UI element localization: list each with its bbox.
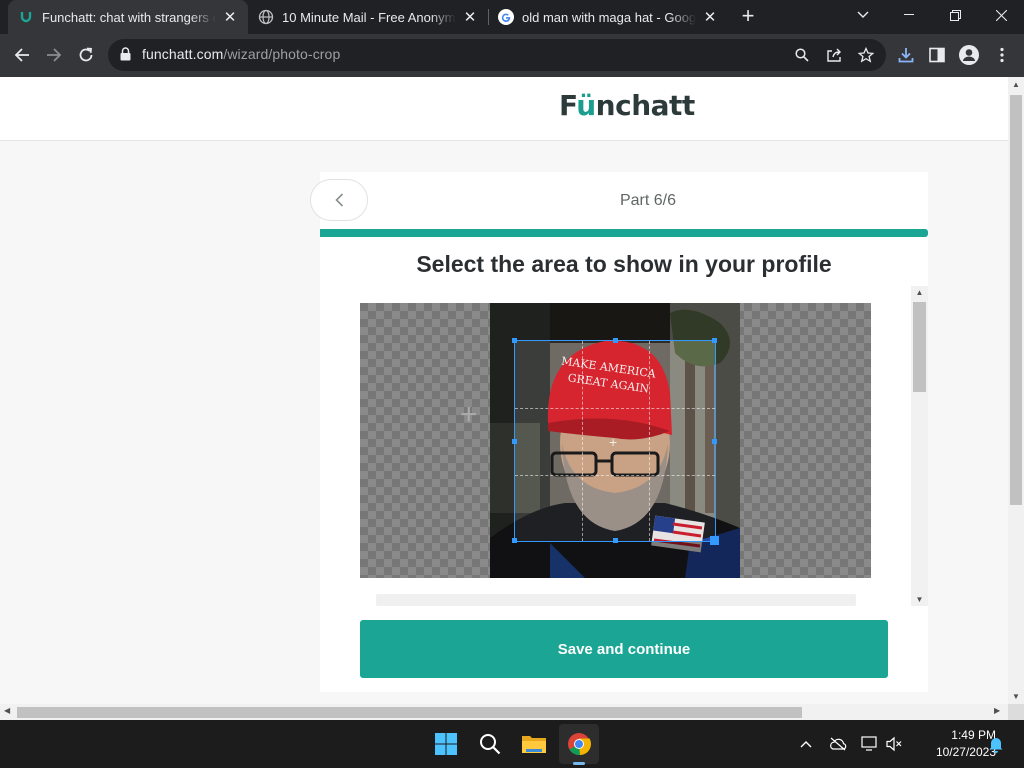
logo-accent: ü <box>576 89 596 122</box>
page-viewport: Fünchatt Part 6/6 Select the area to sho… <box>0 77 1008 704</box>
onedrive-off-icon[interactable] <box>828 734 848 754</box>
tab-google-search[interactable]: old man with maga hat - Google Search ✕ <box>488 0 728 34</box>
photo-crop-canvas[interactable]: MAKE AMERICA GREAT AGAIN + + <box>360 303 871 578</box>
notification-bell-icon[interactable] <box>986 734 1006 754</box>
crop-mask <box>490 542 740 578</box>
chevron-left-icon <box>334 193 343 207</box>
close-icon[interactable]: ✕ <box>702 8 718 26</box>
crop-preview-strip <box>376 594 856 606</box>
close-icon[interactable]: ✕ <box>222 8 238 26</box>
volume-muted-icon[interactable] <box>884 734 904 754</box>
page-vertical-scrollbar[interactable]: ▲ ▼ <box>1008 77 1024 704</box>
funchatt-logo[interactable]: Fünchatt <box>559 89 695 122</box>
move-cursor-icon: + <box>460 398 478 431</box>
clock-date: 10/27/2023 <box>935 745 996 759</box>
crop-mask <box>716 340 740 542</box>
zoom-search-icon[interactable] <box>792 45 812 65</box>
profile-icon[interactable] <box>954 40 984 70</box>
url-text: funchatt.com/wizard/photo-crop <box>142 46 340 62</box>
crop-mask <box>490 303 740 340</box>
browser-toolbar: funchatt.com/wizard/photo-crop <box>0 34 1024 77</box>
close-window-button[interactable] <box>978 0 1024 30</box>
lock-icon[interactable] <box>120 47 131 66</box>
share-icon[interactable] <box>824 45 844 65</box>
menu-kebab-icon[interactable] <box>987 40 1017 70</box>
active-app-indicator <box>573 762 585 765</box>
address-bar[interactable]: funchatt.com/wizard/photo-crop <box>108 39 886 71</box>
crop-handle-sw[interactable] <box>512 538 517 543</box>
wizard-back-button[interactable] <box>310 179 368 221</box>
close-icon[interactable]: ✕ <box>462 8 478 26</box>
chrome-icon[interactable] <box>559 724 599 764</box>
new-tab-button[interactable]: + <box>736 5 760 29</box>
page-title: Select the area to show in your profile <box>416 251 832 277</box>
download-icon[interactable] <box>891 40 921 70</box>
forward-arrow-icon[interactable] <box>39 40 69 70</box>
wizard-footer: Save and continue <box>320 606 928 692</box>
file-explorer-icon[interactable] <box>514 724 554 764</box>
scrollbar-thumb[interactable] <box>17 707 802 718</box>
scrollbar-thumb[interactable] <box>1010 95 1022 505</box>
back-arrow-icon[interactable] <box>7 40 37 70</box>
network-icon[interactable] <box>860 734 880 754</box>
crop-center-icon: + <box>609 434 618 450</box>
reload-icon[interactable] <box>71 40 101 70</box>
tab-title: Funchatt: chat with strangers online <box>42 9 216 25</box>
restore-button[interactable] <box>932 0 978 30</box>
windows-start-icon[interactable] <box>426 724 466 764</box>
save-and-continue-button[interactable]: Save and continue <box>360 620 888 678</box>
chevron-up-icon[interactable] <box>796 734 816 754</box>
scroll-down-arrow-icon[interactable]: ▼ <box>911 595 928 604</box>
tab-funchatt[interactable]: Funchatt: chat with strangers online ✕ <box>8 0 248 34</box>
crop-area-scrollbar[interactable]: ▲ ▼ <box>911 286 928 606</box>
scroll-up-arrow-icon[interactable]: ▲ <box>911 288 928 297</box>
logo-part: F <box>559 89 577 122</box>
scroll-left-arrow-icon[interactable]: ◀ <box>4 706 10 715</box>
crop-guide <box>582 341 583 541</box>
scroll-up-arrow-icon[interactable]: ▲ <box>1008 80 1024 89</box>
tab-title: 10 Minute Mail - Free Anonymous Temporar… <box>282 9 456 25</box>
crop-handle-se[interactable] <box>710 536 719 545</box>
globe-icon <box>258 9 274 25</box>
wizard-card: Part 6/6 Select the area to show in your… <box>310 172 928 692</box>
site-header: Fünchatt <box>0 77 1008 141</box>
taskbar-clock[interactable]: 1:49 PM 10/27/2023 <box>912 727 996 761</box>
tab-search-icon[interactable] <box>840 0 886 30</box>
scroll-right-arrow-icon[interactable]: ▶ <box>994 706 1000 715</box>
crop-guide <box>649 341 650 541</box>
tab-strip: Funchatt: chat with strangers online ✕ 1… <box>0 0 1024 34</box>
url-domain: funchatt.com <box>142 46 224 62</box>
funchatt-favicon-icon <box>18 9 34 25</box>
wizard-step-indicator: Part 6/6 <box>619 192 677 209</box>
minimize-button[interactable] <box>886 0 932 30</box>
search-icon[interactable] <box>470 724 510 764</box>
crop-handle-s[interactable] <box>613 538 618 543</box>
page-horizontal-scrollbar[interactable]: ◀ ▶ <box>0 704 1008 720</box>
crop-handle-nw[interactable] <box>512 338 517 343</box>
crop-guide <box>515 475 715 476</box>
bookmark-star-icon[interactable] <box>856 45 876 65</box>
crop-handle-e[interactable] <box>712 439 717 444</box>
crop-mask <box>490 340 514 542</box>
crop-scroll-area: MAKE AMERICA GREAT AGAIN + + ▲ ▼ <box>320 286 928 606</box>
crop-handle-w[interactable] <box>512 439 517 444</box>
logo-part: nchatt <box>595 89 696 122</box>
side-panel-icon[interactable] <box>922 40 952 70</box>
crop-handle-n[interactable] <box>613 338 618 343</box>
google-icon <box>498 9 514 25</box>
tab-title: old man with maga hat - Google Search <box>522 9 696 25</box>
scroll-down-arrow-icon[interactable]: ▼ <box>1008 692 1024 701</box>
scrollbar-thumb[interactable] <box>913 302 926 392</box>
crop-handle-ne[interactable] <box>712 338 717 343</box>
tab-10-minute-mail[interactable]: 10 Minute Mail - Free Anonymous Temporar… <box>248 0 488 34</box>
crop-selection-box[interactable]: + <box>512 338 719 545</box>
clock-time: 1:49 PM <box>951 728 996 742</box>
crop-guide <box>515 408 715 409</box>
scrollbar-corner <box>1008 704 1024 720</box>
wizard-progress-bar <box>320 229 928 237</box>
windows-taskbar: 1:49 PM 10/27/2023 <box>0 720 1024 768</box>
url-path: /wizard/photo-crop <box>223 46 341 62</box>
